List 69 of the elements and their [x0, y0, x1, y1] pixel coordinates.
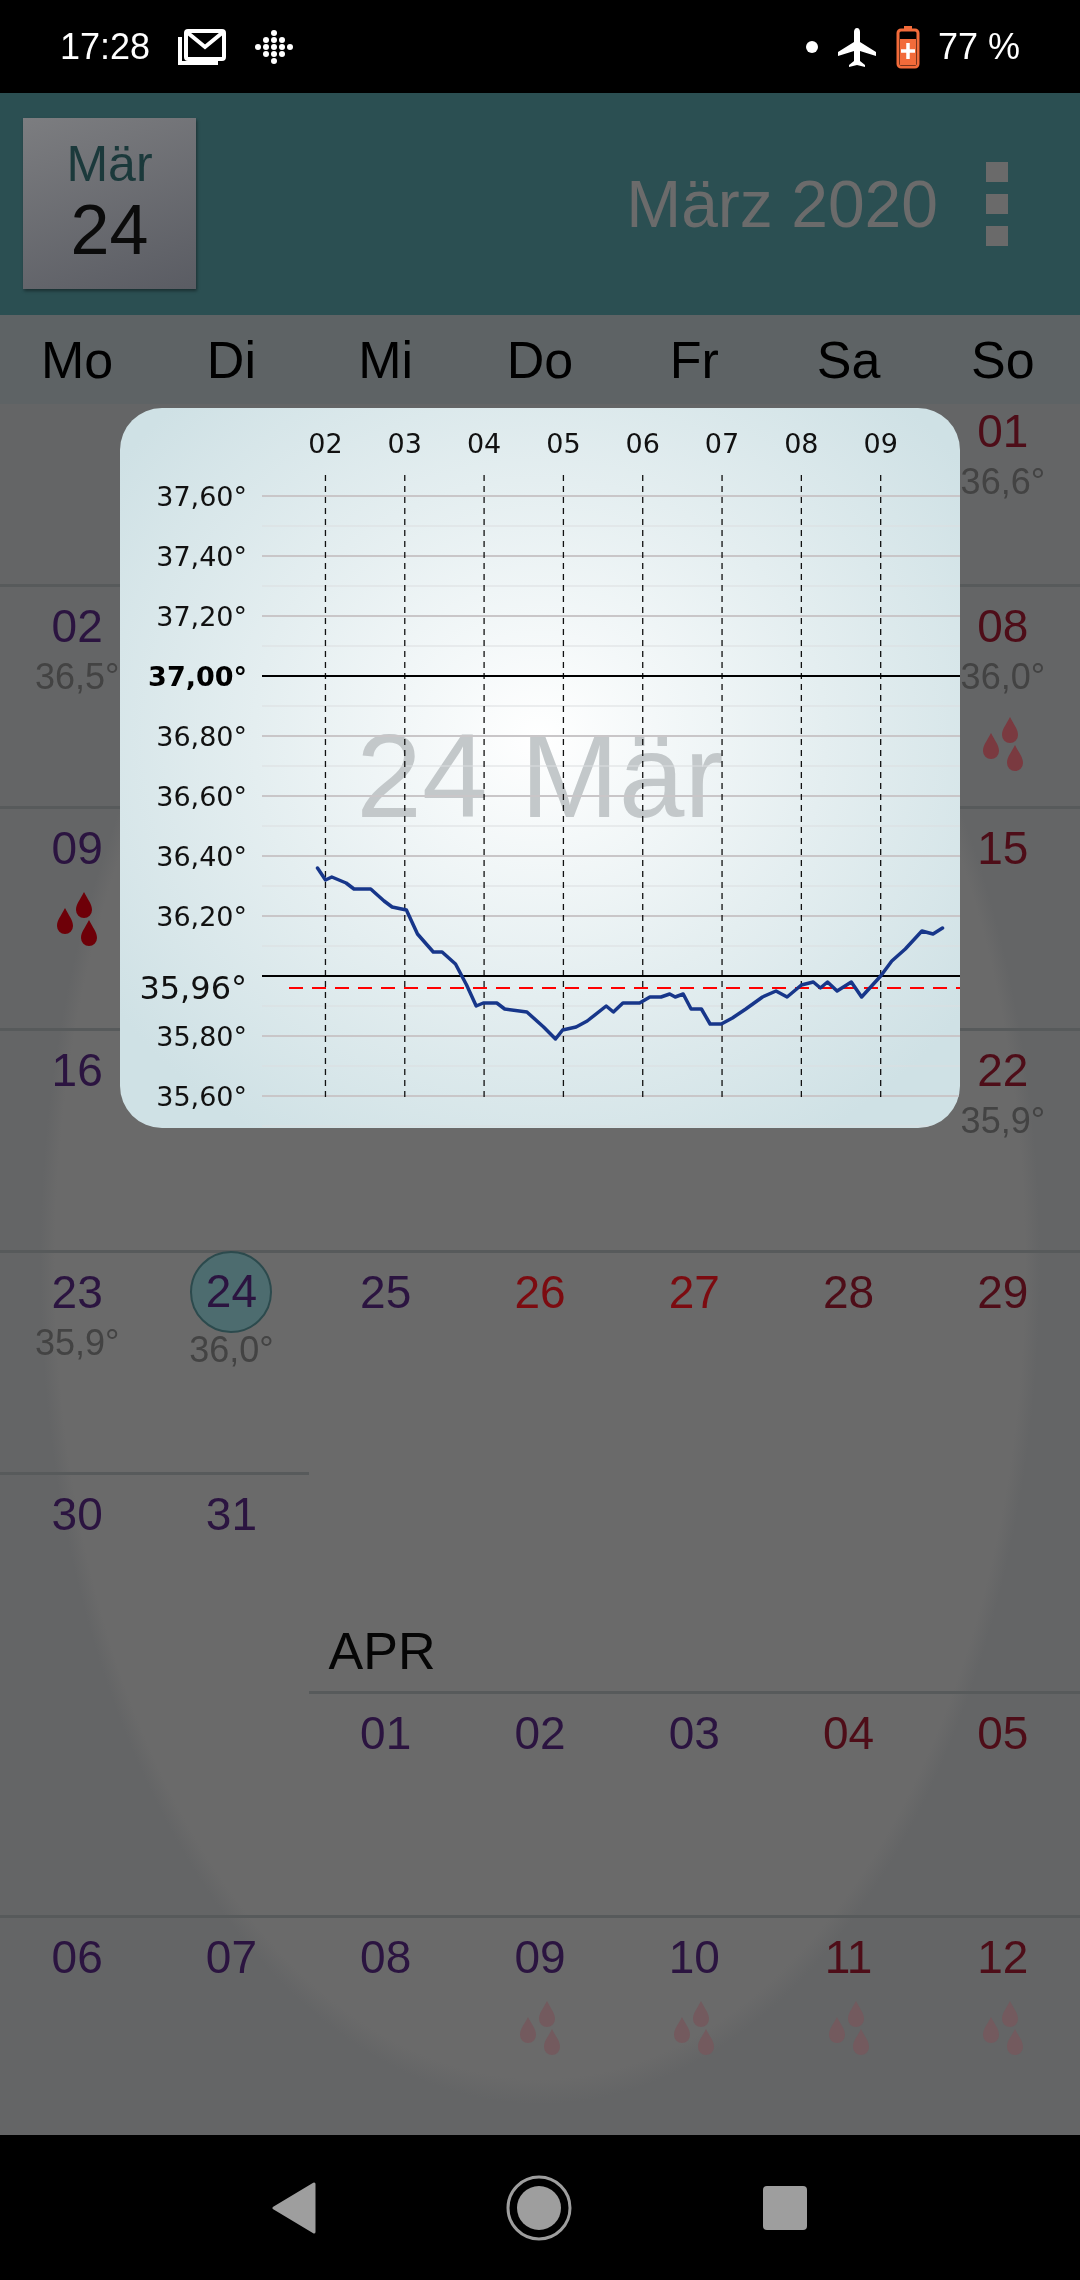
x-axis-label: 06 [625, 428, 660, 459]
weekday-label: So [971, 329, 1035, 390]
day-number[interactable]: 08 [977, 599, 1029, 655]
weekday-label: Do [506, 329, 574, 390]
x-axis-label: 07 [704, 428, 740, 459]
weekday-label: Fr [669, 329, 719, 390]
x-axis-label: 02 [308, 428, 343, 459]
date-tile-day: 24 [70, 192, 149, 269]
back-icon[interactable] [272, 2181, 316, 2234]
day-number[interactable]: 01 [977, 404, 1029, 460]
day-number[interactable]: 25 [360, 1265, 412, 1321]
day-number[interactable]: 03 [668, 1706, 720, 1762]
day-number[interactable]: 10 [668, 1930, 720, 1986]
recents-icon[interactable] [762, 2184, 808, 2231]
day-number[interactable]: 02 [51, 599, 103, 655]
home-icon[interactable] [506, 2174, 572, 2241]
y-axis-label: 37,00° [148, 661, 247, 692]
date-tile-month: Mär [66, 137, 153, 192]
notification-dot-icon [805, 40, 818, 53]
x-axis-label: 03 [387, 428, 422, 459]
day-number[interactable]: 08 [360, 1930, 412, 1986]
day-number[interactable]: 16 [51, 1043, 103, 1099]
weekday-label: Sa [816, 329, 881, 390]
x-axis-label: 08 [784, 428, 819, 459]
day-number[interactable]: 07 [205, 1930, 257, 1986]
day-number[interactable]: 29 [977, 1265, 1029, 1321]
x-axis-label: 04 [466, 428, 502, 459]
weekday-label: Mo [41, 329, 114, 390]
y-axis-label: 35,60° [156, 1081, 247, 1112]
day-number[interactable]: 09 [51, 821, 103, 877]
day-number[interactable]: 28 [822, 1265, 875, 1321]
mail-icon [178, 28, 227, 65]
x-axis-label: 09 [863, 428, 898, 459]
threshold-label: 35,96° [139, 969, 247, 1007]
day-number[interactable]: 05 [977, 1706, 1029, 1762]
day-number[interactable]: 23 [51, 1265, 103, 1321]
y-axis-label: 36,40° [156, 841, 247, 872]
day-number[interactable]: 01 [360, 1706, 412, 1762]
dots-icon [254, 28, 295, 65]
day-number[interactable]: 06 [51, 1930, 103, 1986]
day-number[interactable]: 24 [190, 1251, 273, 1333]
airplane-icon [835, 25, 878, 68]
day-number[interactable]: 11 [824, 1930, 873, 1986]
day-number[interactable]: 09 [514, 1930, 566, 1986]
day-number[interactable]: 26 [514, 1265, 566, 1321]
day-number[interactable]: 02 [514, 1706, 566, 1762]
clock-text: 17:28 [60, 25, 151, 68]
x-axis-label: 05 [546, 428, 581, 459]
y-axis-label: 35,80° [156, 1021, 247, 1052]
weekday-label: Mi [358, 329, 414, 390]
day-number[interactable]: 27 [668, 1265, 720, 1321]
day-number[interactable]: 31 [205, 1487, 257, 1543]
y-axis-label: 36,20° [156, 901, 247, 932]
y-axis-label: 37,20° [156, 601, 247, 632]
battery-icon [895, 24, 920, 69]
day-number[interactable]: 15 [977, 821, 1029, 877]
y-axis-label: 36,60° [156, 781, 247, 812]
weekday-label: Di [206, 329, 256, 390]
day-number[interactable]: 04 [822, 1706, 875, 1762]
day-number[interactable]: 22 [977, 1043, 1029, 1099]
month-label: APR [328, 1621, 436, 1681]
y-axis-label: 36,80° [156, 721, 247, 752]
day-number[interactable]: 12 [977, 1930, 1029, 1986]
y-axis-label: 37,60° [156, 481, 247, 512]
y-axis-label: 37,40° [156, 541, 247, 572]
day-number[interactable]: 30 [51, 1487, 103, 1543]
battery-text: 77 % [937, 25, 1020, 68]
month-title: März 2020 [626, 166, 938, 242]
date-tile[interactable]: Mär 24 [23, 117, 196, 289]
